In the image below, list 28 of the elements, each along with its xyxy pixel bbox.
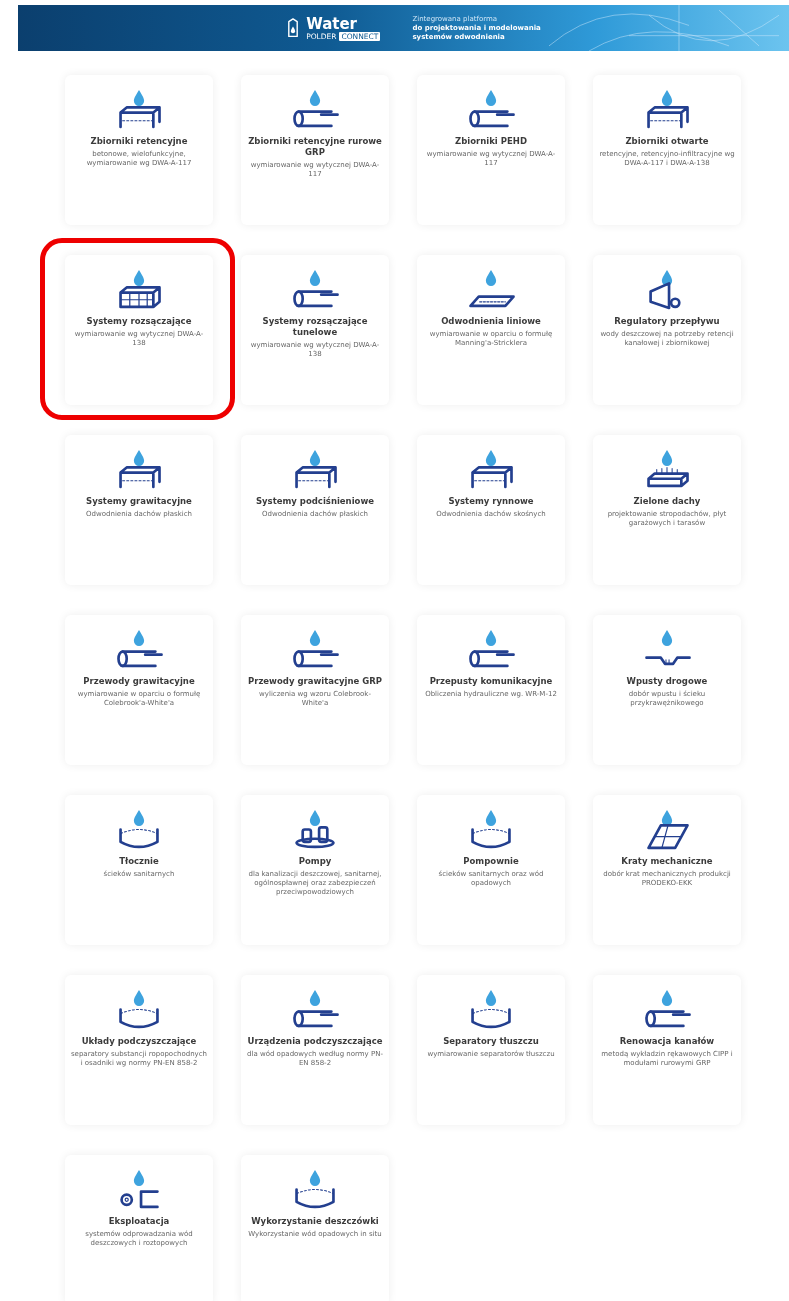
card-title: Zbiorniki otwarte [625, 136, 709, 147]
card-title: Przewody grawitacyjne [83, 676, 195, 687]
card-title: Wpusty drogowe [626, 676, 708, 687]
card-title: Eksploatacja [108, 1216, 170, 1227]
card-title: Kraty mechaniczne [621, 856, 713, 867]
card-title: Zbiorniki retencyjne [90, 136, 188, 147]
card-title: Układy podczyszczające [81, 1036, 197, 1047]
card-title: Przepusty komunikacyjne [429, 676, 553, 687]
card-title: Systemy grawitacyjne [86, 496, 192, 507]
card-title: Zbiorniki retencyjne rurowe GRP [247, 136, 383, 158]
card-title: Systemy rozsączające tunelowe [261, 316, 369, 338]
card-title: Systemy rynnowe [448, 496, 534, 507]
card-title: Urządzenia podczyszczające [247, 1036, 383, 1047]
card-title: Pompownie [463, 856, 519, 867]
card-title: Renowacja kanałów [619, 1036, 715, 1047]
card-title: Odwodnienia liniowe [441, 316, 541, 327]
card-title: Separatory tłuszczu [443, 1036, 539, 1047]
logo-wordmark: Water [306, 15, 358, 32]
logo-icon [286, 17, 301, 39]
card-title: Wykorzystanie deszczówki [251, 1216, 379, 1227]
card-title: Przewody grawitacyjne GRP [248, 676, 382, 687]
card-title: Zbiorniki PEHD [455, 136, 527, 147]
card-title: Pompy [298, 856, 332, 867]
card-title: Regulatory przepływu [614, 316, 720, 327]
card-title: Zielone dachy [633, 496, 701, 507]
card-title: Systemy podciśnieniowe [255, 496, 375, 507]
card-title: Systemy rozsączające [86, 316, 192, 327]
card-title: Tłocznie [119, 856, 159, 867]
